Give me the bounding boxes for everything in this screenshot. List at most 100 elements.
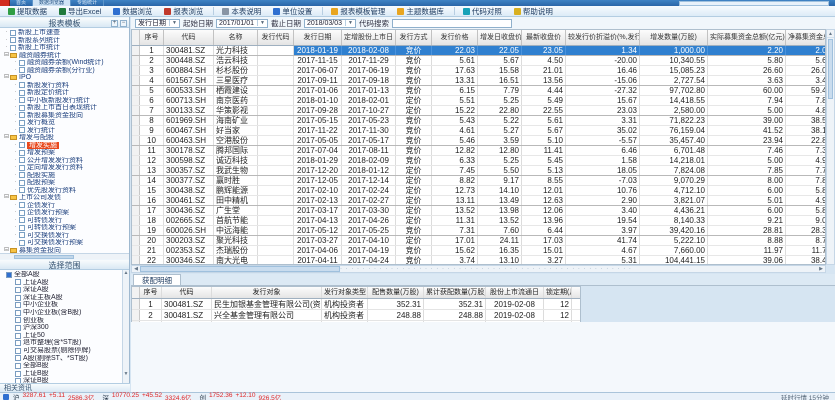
- tree-item-17[interactable]: ·公开增发发行资料: [0, 157, 129, 165]
- scope-checkbox[interactable]: [15, 355, 21, 361]
- row-selector-margin[interactable]: [132, 56, 140, 65]
- scope-item-8[interactable]: 上证50: [0, 332, 129, 340]
- scope-item-7[interactable]: 沪深300: [0, 324, 129, 332]
- table-row[interactable]: 10600463.SH空港股份2017-05-052017-05-17竞价5.4…: [132, 136, 825, 146]
- tree-item-19[interactable]: ·配股实施: [0, 172, 129, 180]
- scope-item-6[interactable]: 创业板: [0, 317, 129, 325]
- column-header-2[interactable]: 名称: [214, 30, 258, 45]
- scroll-left-icon[interactable]: ◀: [132, 266, 140, 272]
- toolbar-button-5[interactable]: 单位设置: [268, 7, 317, 16]
- code-search-input[interactable]: [392, 19, 512, 28]
- table-row[interactable]: 13300357.SZ我武生物2017-12-202018-01-12定价7.4…: [132, 166, 825, 176]
- toolbar-button-6[interactable]: 报表模板管理: [326, 7, 390, 16]
- scope-checkbox[interactable]: [6, 272, 12, 278]
- expander-minus-icon[interactable]: ⊟: [3, 74, 10, 82]
- toolbar-button-3[interactable]: 报表浏览: [159, 7, 208, 16]
- scope-checkbox[interactable]: [15, 287, 21, 293]
- scope-checkbox[interactable]: [15, 340, 21, 346]
- expander-minus-icon[interactable]: ⊟: [3, 52, 10, 60]
- tree-item-10[interactable]: ·新股上市首日表现统计: [0, 104, 129, 112]
- row-selector-margin[interactable]: [132, 106, 140, 115]
- scope-vscrollbar[interactable]: ▲ ▼: [122, 270, 129, 386]
- row-selector-margin[interactable]: [132, 299, 140, 309]
- scope-item-13[interactable]: 上证B股: [0, 370, 129, 378]
- detail-table-row[interactable]: 1300481.SZ民生加银基金管理有限公司(资管计划)机构投资者352.313…: [132, 299, 580, 310]
- tree-item-21[interactable]: ·优先股发行资料: [0, 187, 129, 195]
- toolbar-button-7[interactable]: 主题数据库: [392, 7, 449, 16]
- tree-item-14[interactable]: ⊟增发与配股: [0, 134, 129, 142]
- scope-checkbox[interactable]: [15, 333, 21, 339]
- column-header-9[interactable]: 最新收盘价: [522, 30, 566, 45]
- detail-column-header-5[interactable]: 累计获配数量(万股): [424, 287, 486, 298]
- scope-checkbox[interactable]: [15, 317, 21, 323]
- column-header-6[interactable]: 发行方式: [396, 30, 432, 45]
- table-row[interactable]: 20300203.SZ聚光科技2017-03-272017-04-10定价17.…: [132, 236, 825, 246]
- scope-item-4[interactable]: 中小企业板: [0, 301, 129, 309]
- row-selector-margin[interactable]: [132, 186, 140, 195]
- table-row[interactable]: 1300481.SZ光力科技2018-01-192018-02-08竞价22.0…: [132, 46, 825, 56]
- table-row[interactable]: 5600533.SH栖霞建设2017-01-062017-01-13竞价6.15…: [132, 86, 825, 96]
- row-selector-margin[interactable]: [132, 116, 140, 125]
- column-header-8[interactable]: 增发日收盘价: [478, 30, 522, 45]
- tree-item-13[interactable]: ·发行统计: [0, 127, 129, 135]
- scope-item-5[interactable]: 中小企业板(含B股): [0, 309, 129, 317]
- scope-item-1[interactable]: 上证A股: [0, 279, 129, 287]
- start-date-select[interactable]: 2017/01/01 ▼: [216, 19, 268, 28]
- scope-checkbox[interactable]: [15, 325, 21, 331]
- scope-checkbox[interactable]: [15, 279, 21, 285]
- table-row[interactable]: 6600713.SH南京医药2018-01-102018-02-01定价5.51…: [132, 96, 825, 106]
- tree-item-2[interactable]: ·新股上市统计: [0, 44, 129, 52]
- column-header-4[interactable]: 发行日期: [294, 30, 342, 45]
- tree-item-4[interactable]: ·融资融券余额(Wind统计): [0, 59, 129, 67]
- scope-item-3[interactable]: 深证主板A股: [0, 294, 129, 302]
- scroll-up-icon[interactable]: ▲: [123, 270, 129, 277]
- scope-item-10[interactable]: 可交易股票(剔除停牌): [0, 347, 129, 355]
- table-row[interactable]: 21002353.SZ杰瑞股份2017-04-062017-04-19竞价15.…: [132, 246, 825, 256]
- collapse-all-icon[interactable]: −: [120, 20, 127, 27]
- row-selector-margin[interactable]: [132, 310, 140, 320]
- scope-checkbox[interactable]: [15, 295, 21, 301]
- table-row[interactable]: 17300436.SZ广生堂2017-03-172017-03-30定价13.5…: [132, 206, 825, 216]
- row-selector-margin[interactable]: [132, 216, 140, 225]
- toolbar-button-8[interactable]: 代码对照: [458, 7, 507, 16]
- scroll-up-icon[interactable]: ▲: [827, 30, 834, 38]
- column-header-1[interactable]: 代码: [164, 30, 214, 45]
- row-selector-margin[interactable]: [132, 156, 140, 165]
- scope-checkbox[interactable]: [15, 371, 21, 377]
- toolbar-button-4[interactable]: 本表说明: [217, 7, 266, 16]
- tree-item-11[interactable]: ·新股募集资金投向: [0, 112, 129, 120]
- table-row[interactable]: 11300178.SZ腾邦国际2017-07-042017-08-11竞价12.…: [132, 146, 825, 156]
- scroll-down-icon[interactable]: ▼: [123, 371, 129, 378]
- index-quote-1[interactable]: 深10770.25+45.523324.6亿: [102, 392, 191, 400]
- table-row[interactable]: 9600467.SH好当家2017-11-222017-11-30竞价4.615…: [132, 126, 825, 136]
- row-selector-margin[interactable]: [132, 136, 140, 145]
- row-selector-margin[interactable]: [132, 206, 140, 215]
- detail-column-header-0[interactable]: 序号: [140, 287, 162, 298]
- expand-all-icon[interactable]: +: [111, 20, 118, 27]
- scope-checkbox[interactable]: [15, 363, 21, 369]
- table-row[interactable]: 19600026.SH中远海能2017-05-122017-05-25竞价7.3…: [132, 226, 825, 236]
- row-selector-margin[interactable]: [132, 256, 140, 265]
- tree-item-28[interactable]: ·可交换债发行预案: [0, 239, 129, 247]
- scope-checkbox[interactable]: [15, 310, 21, 316]
- table-row[interactable]: 2300448.SZ浩云科技2017-11-152017-11-29竞价5.61…: [132, 56, 825, 66]
- row-selector-margin[interactable]: [132, 96, 140, 105]
- row-selector-margin[interactable]: [132, 246, 140, 255]
- table-row[interactable]: 18002665.SZ首航节能2017-04-132017-04-26定价11.…: [132, 216, 825, 226]
- table-row[interactable]: 14300377.SZ赢时胜2017-12-052017-12-14定价8.82…: [132, 176, 825, 186]
- quick-search-box[interactable]: [679, 1, 829, 6]
- tree-item-6[interactable]: ⊟IPO: [0, 74, 129, 82]
- toolbar-button-2[interactable]: 数据浏览: [108, 7, 157, 16]
- tree-item-20[interactable]: ·配股预案: [0, 179, 129, 187]
- tree-item-7[interactable]: ·新股发行资料: [0, 82, 129, 90]
- column-header-3[interactable]: 发行代码: [258, 30, 294, 45]
- tree-item-15[interactable]: ·增发实施: [0, 142, 129, 150]
- tree-item-1[interactable]: ·新股系列统计: [0, 37, 129, 45]
- tree-item-12[interactable]: ·发行概览: [0, 119, 129, 127]
- detail-column-header-6[interactable]: 股份上市流通日: [486, 287, 544, 298]
- detail-column-header-3[interactable]: 发行对象类型: [322, 287, 368, 298]
- column-header-7[interactable]: 发行价格: [432, 30, 478, 45]
- row-selector-margin[interactable]: [132, 236, 140, 245]
- row-selector-margin[interactable]: [132, 66, 140, 75]
- scope-checkbox[interactable]: [15, 348, 21, 354]
